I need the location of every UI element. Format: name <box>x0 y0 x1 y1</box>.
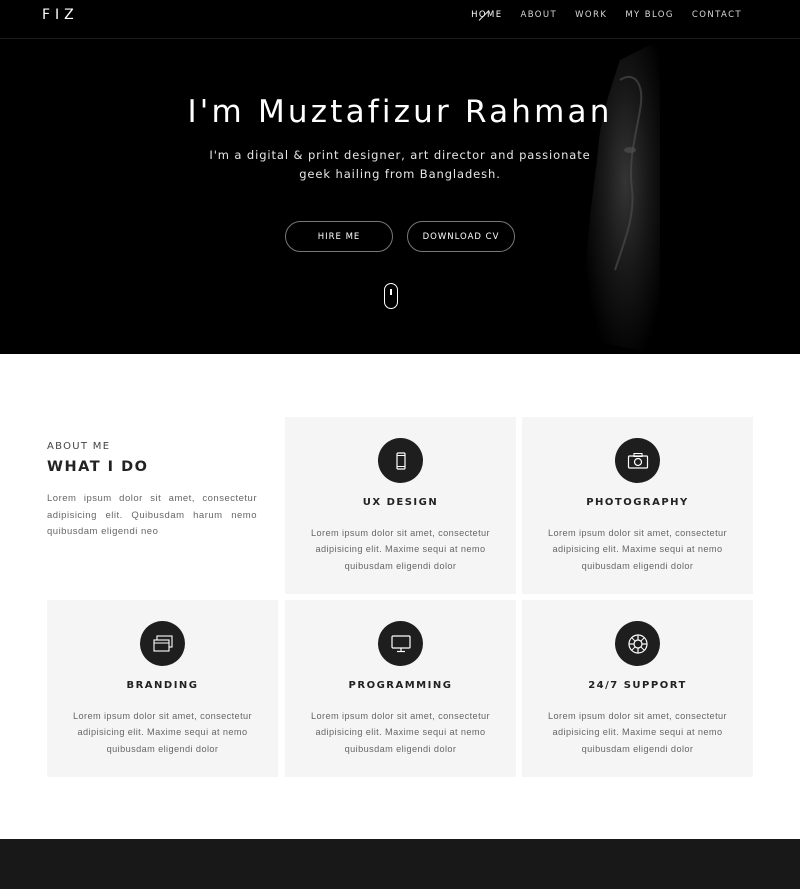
top-navbar: FIZ HOME ABOUT WORK MY BLOG CONTACT <box>0 0 800 39</box>
about-heading: WHAT I DO <box>47 459 149 475</box>
mobile-icon <box>378 438 423 483</box>
about-text: Lorem ipsum dolor sit amet, consectetur … <box>47 493 257 537</box>
download-cv-button[interactable]: DOWNLOAD CV <box>407 221 515 252</box>
nav-work[interactable]: WORK <box>575 10 607 20</box>
hero-title: I'm Muztafizur Rahman <box>187 94 613 130</box>
service-title: BRANDING <box>126 680 199 691</box>
service-text: Lorem ipsum dolor sit amet, consectetur … <box>310 528 490 571</box>
nav-contact[interactable]: CONTACT <box>692 10 742 20</box>
windows-icon <box>140 621 185 666</box>
service-card-photography: PHOTOGRAPHY Lorem ipsum dolor sit amet, … <box>522 417 753 594</box>
service-title: UX DESIGN <box>362 497 439 508</box>
nav-about[interactable]: ABOUT <box>521 10 558 20</box>
service-card-support: 24/7 SUPPORT Lorem ipsum dolor sit amet,… <box>522 600 753 777</box>
service-text: Lorem ipsum dolor sit amet, consectetur … <box>72 711 252 754</box>
scroll-mouse-icon[interactable] <box>384 283 398 309</box>
service-text: Lorem ipsum dolor sit amet, consectetur … <box>547 528 727 571</box>
about-label: ABOUT ME <box>47 441 111 452</box>
service-card-ux-design: UX DESIGN Lorem ipsum dolor sit amet, co… <box>285 417 516 594</box>
next-section-dark <box>0 839 800 889</box>
camera-icon <box>615 438 660 483</box>
service-title: 24/7 SUPPORT <box>588 680 687 691</box>
service-text: Lorem ipsum dolor sit amet, consectetur … <box>547 711 727 754</box>
service-title: PROGRAMMING <box>348 680 453 691</box>
monitor-icon <box>378 621 423 666</box>
site-logo[interactable]: FIZ <box>42 7 79 23</box>
nav-my-blog[interactable]: MY BLOG <box>625 10 674 20</box>
service-text: Lorem ipsum dolor sit amet, consectetur … <box>310 711 490 754</box>
lifebuoy-icon <box>615 621 660 666</box>
service-title: PHOTOGRAPHY <box>586 497 689 508</box>
main-nav: HOME ABOUT WORK MY BLOG CONTACT <box>453 10 742 20</box>
service-card-branding: BRANDING Lorem ipsum dolor sit amet, con… <box>47 600 278 777</box>
hero-subtitle: I'm a digital & print designer, art dire… <box>209 148 591 181</box>
hire-me-button[interactable]: HIRE ME <box>285 221 393 252</box>
nav-home[interactable]: HOME <box>471 10 502 20</box>
hero-portrait-image <box>582 40 660 354</box>
service-card-programming: PROGRAMMING Lorem ipsum dolor sit amet, … <box>285 600 516 777</box>
hero-section: FIZ HOME ABOUT WORK MY BLOG CONTACT I'm … <box>0 0 800 354</box>
